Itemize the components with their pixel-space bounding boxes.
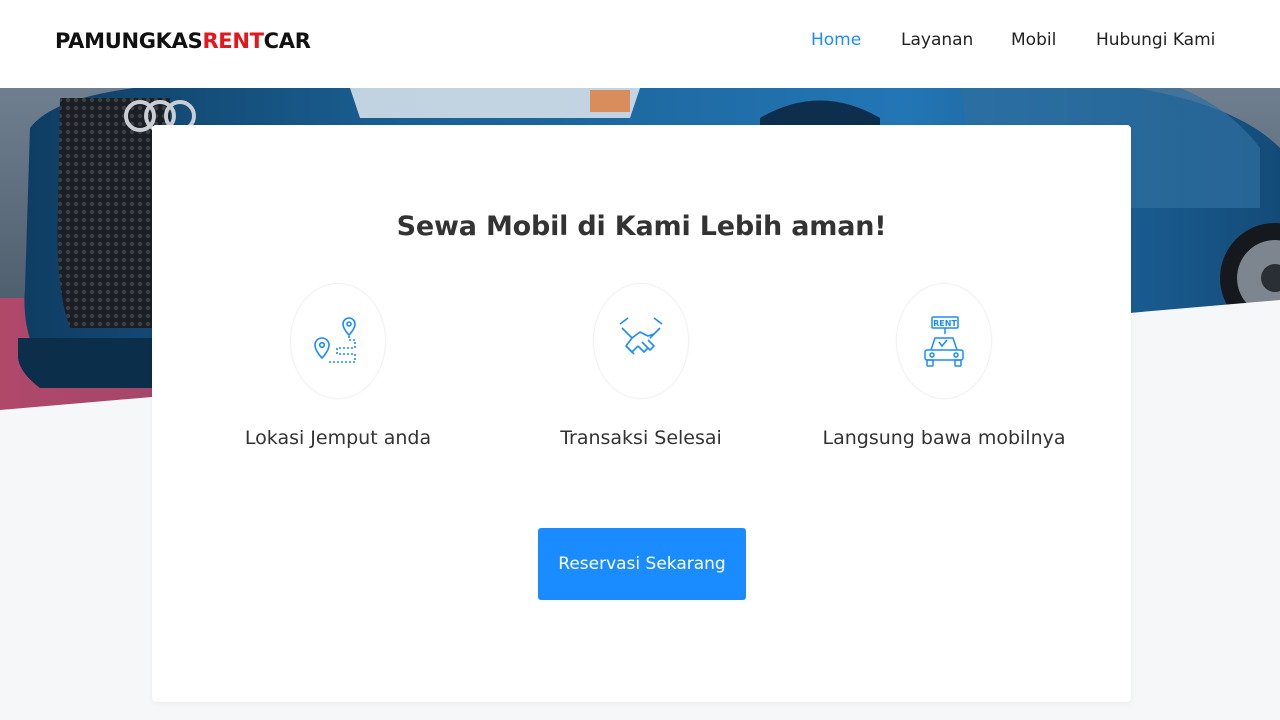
feature-label: Langsung bawa mobilnya [822, 427, 1066, 449]
feature-label: Transaksi Selesai [560, 427, 722, 449]
feature-take-car: RENT Langsung bawa mobilnya [814, 283, 1074, 463]
main-nav: Home Layanan Mobil Hubungi Kami [0, 30, 1280, 58]
handshake-icon [619, 317, 663, 355]
feature-card: Sewa Mobil di Kami Lebih aman! Lokasi Je… [152, 125, 1131, 702]
nav-mobil[interactable]: Mobil [1011, 30, 1056, 50]
card-title: Sewa Mobil di Kami Lebih aman! [396, 211, 887, 242]
feature-icon-circle [593, 283, 689, 399]
feature-icon-circle: RENT [896, 283, 992, 399]
location-route-icon [314, 317, 356, 363]
site-header: PAMUNGKASRENTCAR Home Layanan Mobil Hubu… [0, 0, 1280, 88]
nav-hubungi-kami[interactable]: Hubungi Kami [1096, 30, 1215, 50]
nav-home[interactable]: Home [811, 30, 861, 50]
feature-icon-circle [290, 283, 386, 399]
feature-transaction-done: Transaksi Selesai [511, 283, 771, 463]
reservasi-button[interactable]: Reservasi Sekarang [538, 528, 746, 600]
feature-pickup-location: Lokasi Jemput anda [208, 283, 468, 463]
rent-car-icon: RENT [924, 316, 964, 367]
feature-label: Lokasi Jemput anda [244, 427, 432, 449]
nav-layanan[interactable]: Layanan [901, 30, 973, 50]
rent-sign-text: RENT [933, 319, 957, 328]
